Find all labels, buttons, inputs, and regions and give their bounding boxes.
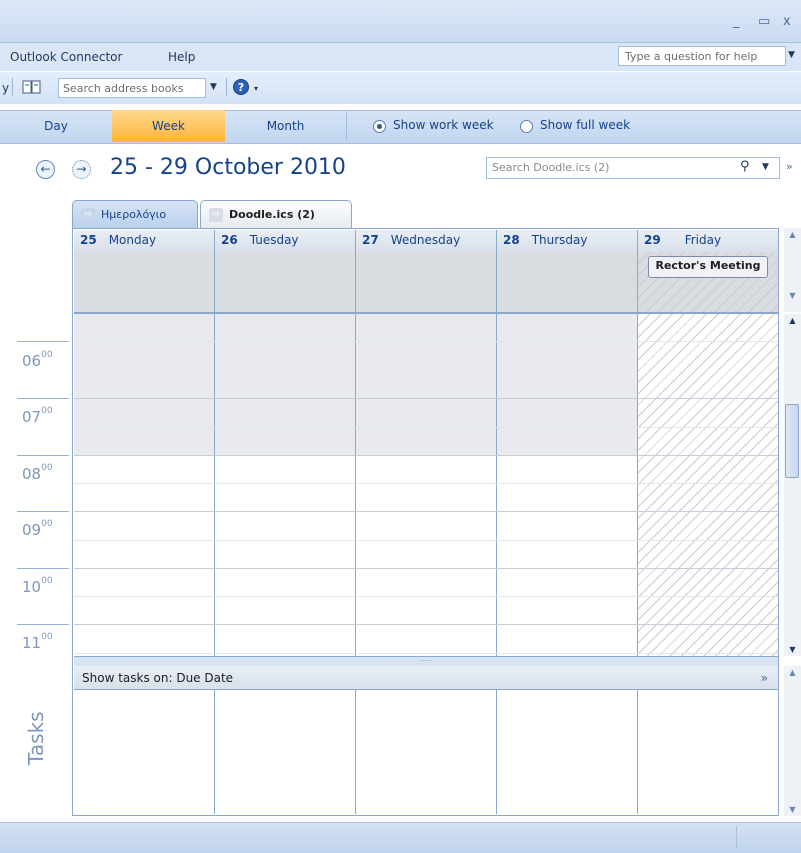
view-day-tab[interactable]: Day	[0, 110, 112, 142]
day-header-monday[interactable]: 25 Monday	[74, 230, 215, 252]
svg-text:?: ?	[238, 81, 244, 94]
show-full-week-label[interactable]: Show full week	[540, 118, 630, 132]
allday-thursday[interactable]	[497, 252, 638, 312]
status-bar	[0, 822, 801, 853]
maximize-icon[interactable]: ▭	[758, 14, 770, 29]
allday-tuesday[interactable]	[215, 252, 356, 312]
toolbar-separator-2	[226, 78, 227, 96]
day-column-tuesday[interactable]	[215, 314, 356, 656]
tab-arrow-icon: ⇨	[209, 208, 223, 222]
day-number: 29	[644, 233, 661, 247]
day-name: Tuesday	[249, 233, 299, 247]
day-column-wednesday[interactable]	[356, 314, 497, 656]
title-bar	[0, 0, 801, 43]
view-week-tab[interactable]: Week	[112, 110, 225, 142]
day-name: Monday	[108, 233, 157, 247]
task-column-monday[interactable]	[74, 690, 215, 814]
tab-arrow-icon: ⇨	[81, 208, 95, 222]
time-separator	[17, 455, 69, 456]
calendar-scrollbar[interactable]: ▲ ▼	[784, 314, 801, 656]
day-header-friday[interactable]: 29 Friday	[638, 230, 778, 252]
time-label-10: 1000	[22, 576, 53, 596]
menu-help[interactable]: Help	[168, 50, 195, 64]
allday-wednesday[interactable]	[356, 252, 497, 312]
task-column-tuesday[interactable]	[215, 690, 356, 814]
day-column-thursday[interactable]	[497, 314, 638, 656]
show-work-week-label[interactable]: Show work week	[393, 118, 494, 132]
time-separator	[17, 568, 69, 569]
time-separator	[17, 624, 69, 625]
date-range-title: 25 - 29 October 2010	[110, 155, 346, 180]
scroll-thumb[interactable]	[785, 404, 799, 478]
time-separator	[17, 511, 69, 512]
address-dropdown-icon[interactable]: ▼	[210, 82, 217, 92]
expand-chevron-icon[interactable]: »	[786, 160, 793, 173]
address-book-icon[interactable]	[20, 78, 44, 96]
forward-arrow-icon[interactable]: →	[72, 160, 91, 179]
day-number: 26	[221, 233, 238, 247]
day-header-thursday[interactable]: 28 Thursday	[497, 230, 638, 252]
task-column-friday[interactable]	[638, 690, 778, 814]
scroll-up-icon[interactable]: ▲	[784, 230, 801, 239]
day-header-tuesday[interactable]: 26 Tuesday	[215, 230, 356, 252]
day-header-wednesday[interactable]: 27 Wednesday	[356, 230, 497, 252]
tab-label: Doodle.ics (2)	[229, 208, 315, 221]
toolbar-prefix: y	[2, 81, 10, 95]
day-number: 25	[80, 233, 97, 247]
back-arrow-icon[interactable]: ←	[36, 160, 55, 179]
time-label-06: 0600	[22, 350, 53, 370]
tasks-header[interactable]: Show tasks on: Due Date »	[74, 666, 778, 690]
scroll-up-icon[interactable]: ▲	[784, 668, 801, 677]
close-icon[interactable]: x	[783, 14, 791, 29]
day-column-friday[interactable]	[638, 314, 778, 656]
scroll-down-icon[interactable]: ▼	[784, 805, 801, 814]
search-icon[interactable]: ⚲	[740, 159, 750, 174]
help-dropdown-icon[interactable]: ▼	[788, 50, 795, 60]
toolbar-separator	[12, 78, 13, 96]
view-month-tab[interactable]: Month	[225, 110, 346, 142]
time-label-09: 0900	[22, 519, 53, 539]
scroll-down-icon[interactable]: ▼	[784, 645, 801, 654]
tasks-scrollbar[interactable]: ▲ ▼	[784, 666, 801, 816]
scroll-down-icon[interactable]: ▼	[784, 291, 801, 300]
day-column-monday[interactable]	[74, 314, 215, 656]
tab-imerologio[interactable]: ⇨ Ημερολόγιο	[72, 200, 198, 230]
collapse-chevron-icon[interactable]: »	[761, 666, 768, 690]
calendar-search-input[interactable]: Search Doodle.ics (2)	[486, 157, 780, 179]
view-separator	[346, 111, 347, 141]
time-label-07: 0700	[22, 406, 53, 426]
time-label-08: 0800	[22, 463, 53, 483]
tasks-label: Tasks	[24, 711, 48, 765]
help-search-input[interactable]: Type a question for help	[618, 46, 786, 66]
time-separator	[17, 398, 69, 399]
day-name: Friday	[684, 233, 722, 247]
help-icon[interactable]: ?	[232, 78, 250, 96]
time-separator	[17, 341, 69, 342]
scroll-up-icon[interactable]: ▲	[784, 316, 801, 325]
search-address-books-input[interactable]: Search address books	[58, 78, 206, 98]
minimize-icon[interactable]: _	[733, 14, 740, 29]
day-name: Thursday	[531, 233, 588, 247]
show-work-week-radio[interactable]	[373, 120, 386, 133]
status-separator	[736, 826, 737, 848]
event-rectors-meeting[interactable]: Rector's Meeting	[648, 256, 768, 278]
task-column-thursday[interactable]	[497, 690, 638, 814]
toolbar-options-icon[interactable]: ▾	[254, 84, 258, 93]
allday-monday[interactable]	[74, 252, 215, 312]
tasks-header-label: Show tasks on: Due Date	[82, 671, 234, 685]
allday-scrollbar[interactable]: ▲ ▼	[784, 228, 801, 312]
show-full-week-radio[interactable]	[520, 120, 533, 133]
tab-label: Ημερολόγιο	[101, 208, 167, 221]
time-label-11: 1100	[22, 632, 53, 652]
tab-doodle[interactable]: ⇨ Doodle.ics (2)	[200, 200, 352, 230]
search-dropdown-icon[interactable]: ▼	[762, 162, 769, 172]
day-name: Wednesday	[390, 233, 461, 247]
menu-outlook-connector[interactable]: Outlook Connector	[10, 50, 122, 64]
day-number: 28	[503, 233, 520, 247]
day-number: 27	[362, 233, 379, 247]
task-column-wednesday[interactable]	[356, 690, 497, 814]
